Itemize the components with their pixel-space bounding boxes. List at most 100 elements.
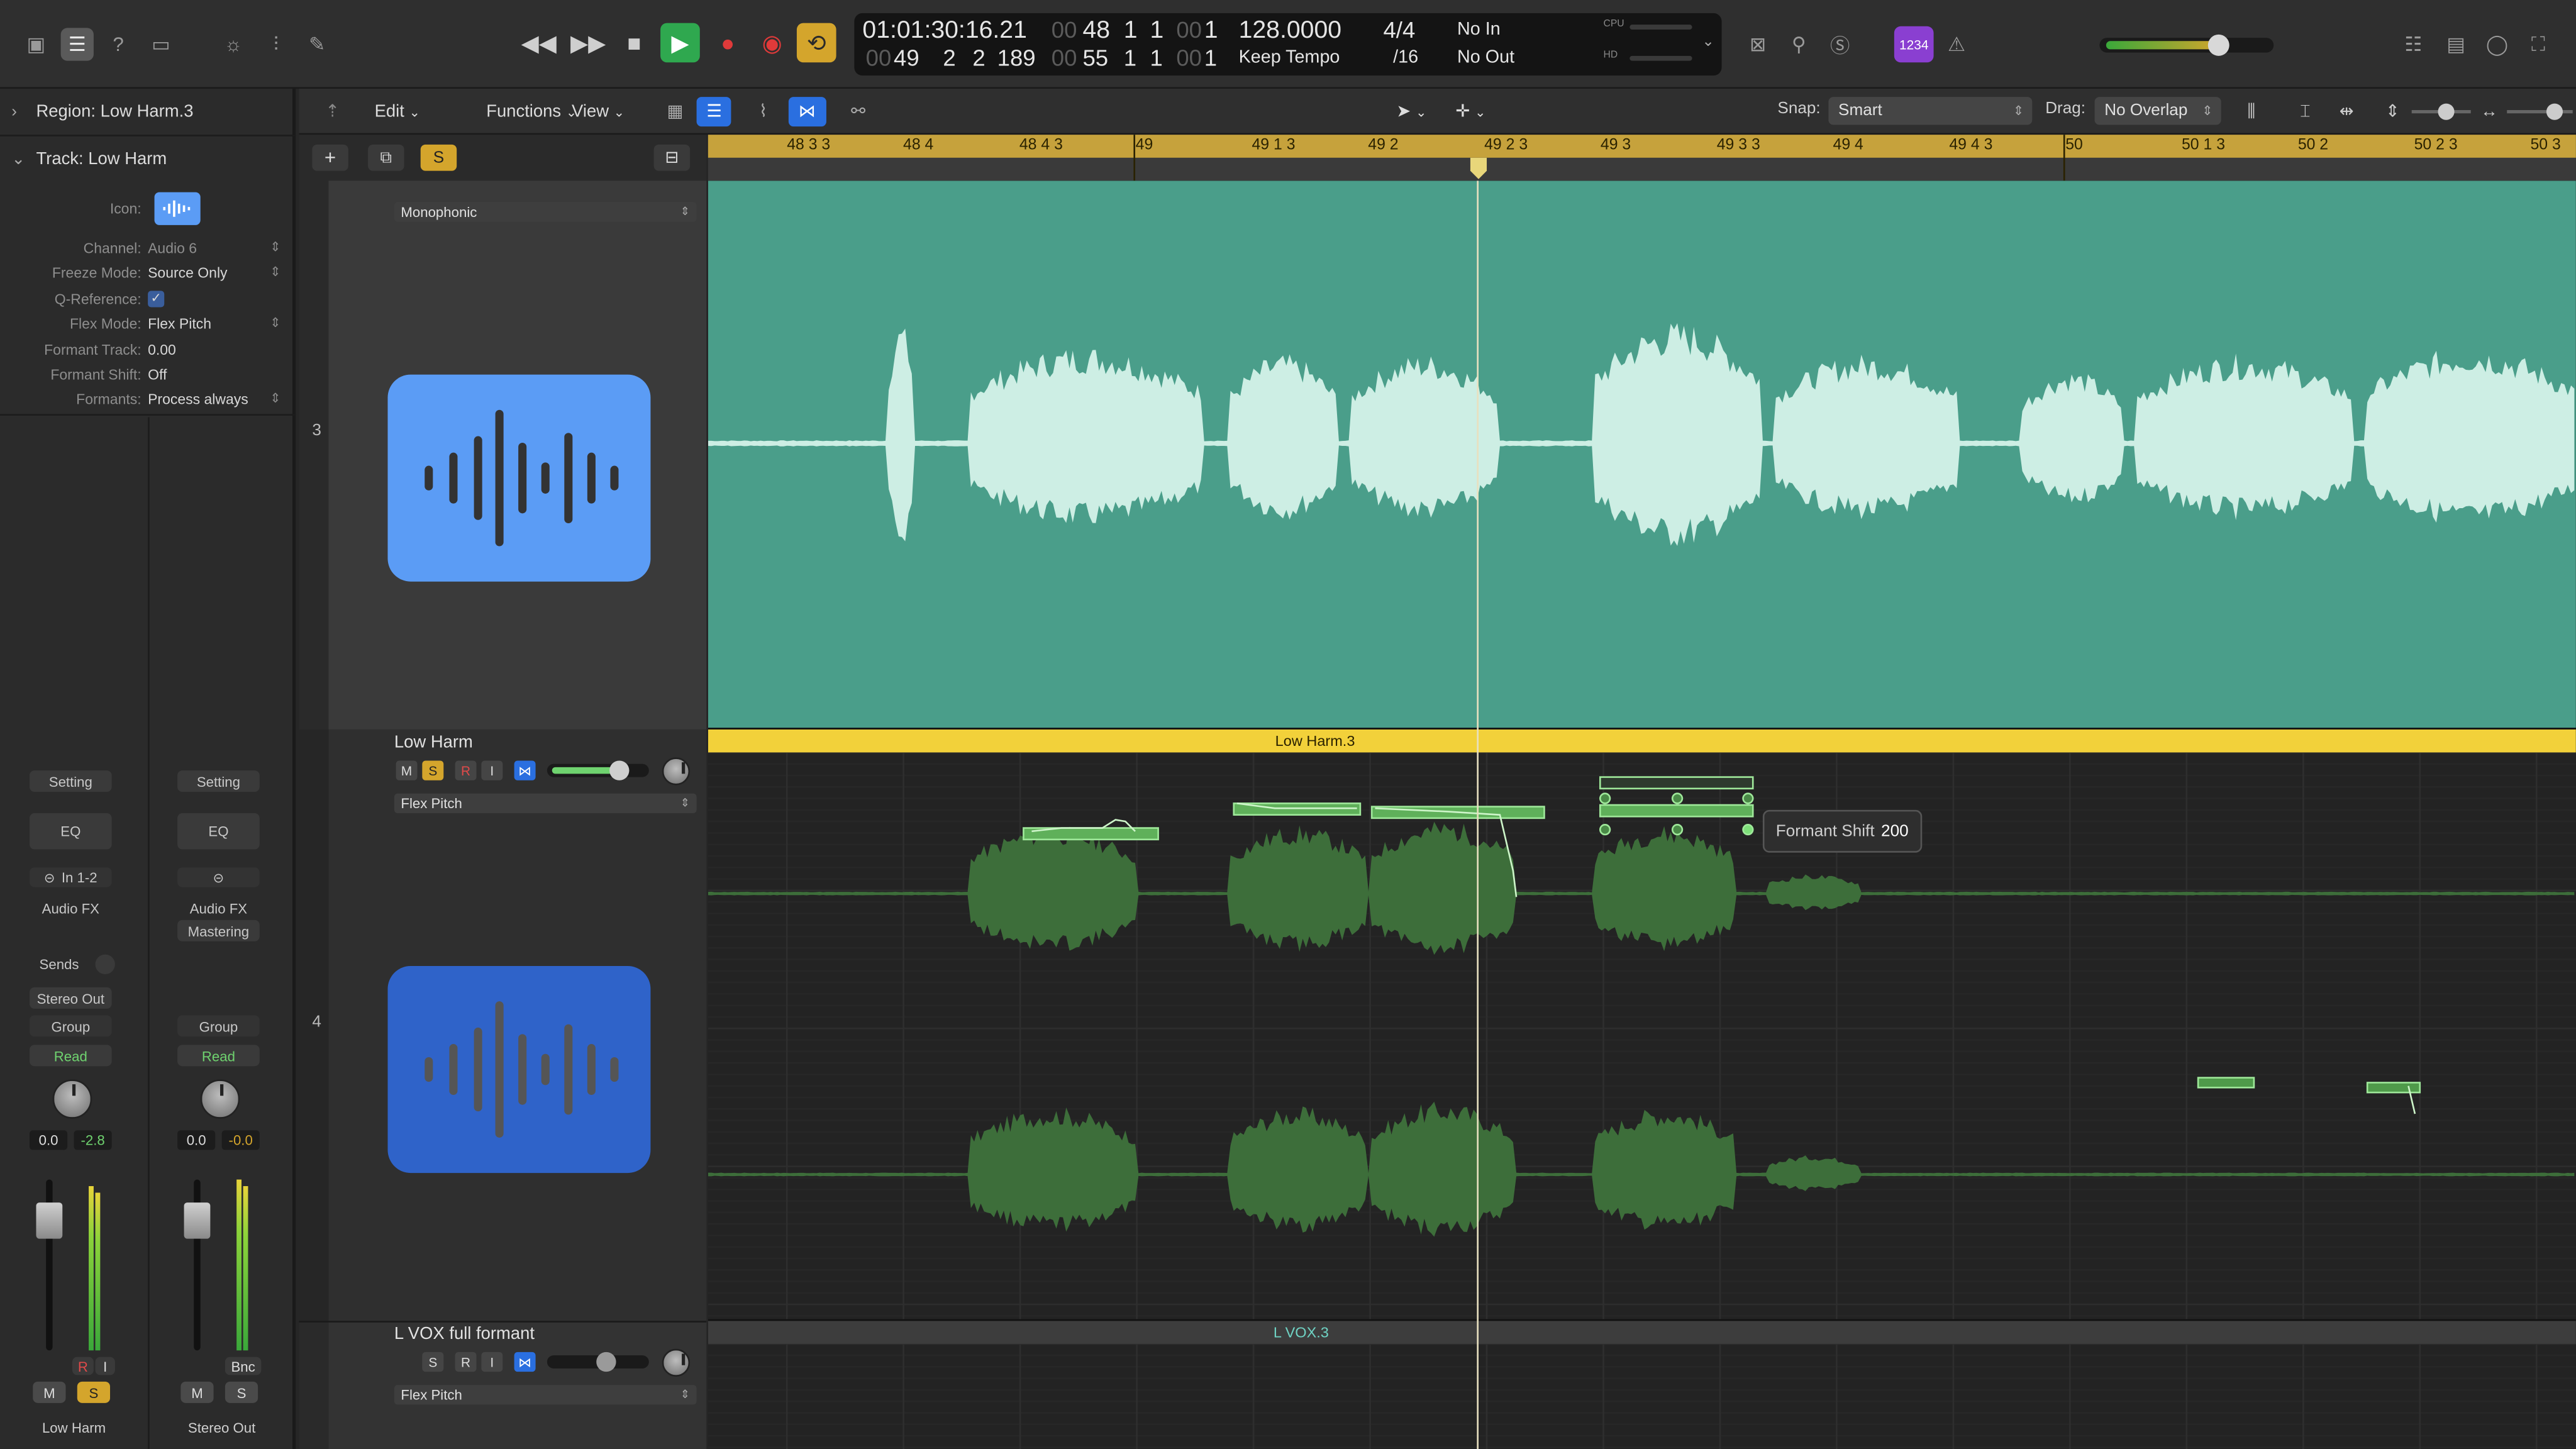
strip2-input-slot[interactable]: ⊝ <box>177 867 260 887</box>
vertical-zoom-slider[interactable] <box>2411 103 2471 120</box>
strip2-mute-button[interactable]: M <box>180 1381 214 1403</box>
browser-icon[interactable]: ⛶ <box>2522 28 2555 60</box>
secondary-tool-icon[interactable]: ✛ ⌄ <box>1446 97 1496 126</box>
strip2-audio-fx-slot[interactable]: Audio FX <box>177 897 260 920</box>
track-5-flex-mode-select[interactable]: Flex Pitch ⇕ <box>394 1385 697 1405</box>
cycle-button[interactable]: ⟲ <box>796 23 836 63</box>
snap-select[interactable]: Smart ⇕ <box>1828 97 2033 125</box>
strip1-output-slot[interactable]: Stereo Out <box>30 987 112 1009</box>
track-5-volume-handle[interactable] <box>596 1352 616 1372</box>
track-4-volume-slider[interactable] <box>547 760 649 780</box>
notepad-icon[interactable]: ▤ <box>2440 28 2472 60</box>
strip2-automation-mode[interactable]: Read <box>177 1045 260 1067</box>
playhead-handle[interactable] <box>1468 157 1488 181</box>
strip1-group-slot[interactable]: Group <box>30 1015 112 1037</box>
count-in-badge[interactable]: 1234 <box>1894 26 1934 63</box>
strip1-solo-button[interactable]: S <box>77 1381 111 1403</box>
pointer-tool-icon[interactable]: ➤ ⌄ <box>1387 97 1436 126</box>
loop-browser-icon[interactable]: ◯ <box>2480 28 2513 60</box>
waveform-zoom-icon[interactable]: ⫼ <box>2238 97 2265 126</box>
inspector-icon[interactable]: ☰ <box>60 28 94 61</box>
strip2-solo-button[interactable]: S <box>225 1381 258 1403</box>
record-button[interactable]: ● <box>708 23 748 63</box>
strip1-record-button[interactable]: R <box>72 1357 94 1375</box>
track-icon-picker[interactable] <box>154 192 201 225</box>
track-4-pan-knob[interactable] <box>662 757 691 786</box>
track-4-region-name[interactable]: Low Harm.3 <box>708 733 1922 749</box>
horizontal-zoom-slider[interactable] <box>2507 103 2573 120</box>
list-view-icon[interactable]: ☰ <box>696 97 732 127</box>
metronome-icon[interactable]: ⚠ <box>1940 28 1973 60</box>
track-4-name[interactable]: Low Harm <box>394 733 473 752</box>
duplicate-track-icon[interactable]: ⧉ <box>368 144 404 171</box>
freeze-mode-row[interactable]: Freeze Mode: Source Only ⇕ <box>0 260 296 284</box>
chevron-down-icon[interactable]: ⌄ <box>1702 33 1714 51</box>
strip2-setting-button[interactable]: Setting <box>177 770 260 792</box>
tuner-icon[interactable]: ⚲ <box>1782 28 1815 60</box>
play-button[interactable]: ▶ <box>660 23 700 63</box>
vertical-zoom-icon[interactable]: ⌶ <box>2290 97 2320 126</box>
list-editors-icon[interactable]: ☷ <box>2397 28 2429 60</box>
track-4-input-monitor-button[interactable]: I <box>481 760 503 780</box>
strip1-automation-mode[interactable]: Read <box>30 1045 112 1067</box>
formant-track-row[interactable]: Formant Track: 0.00 <box>0 337 296 362</box>
track-3-flex-mode-select[interactable]: Monophonic ⇕ <box>394 202 697 222</box>
lcd-tempo-mode[interactable]: Keep Tempo <box>1239 48 1340 67</box>
track-4-volume-handle[interactable] <box>609 760 630 780</box>
strip1-mute-button[interactable]: M <box>33 1381 66 1403</box>
fast-forward-icon[interactable]: ▶▶ <box>569 23 608 63</box>
q-reference-checkbox[interactable]: ✓ <box>148 290 165 307</box>
strip1-sends-slot[interactable]: Sends <box>30 955 89 974</box>
vertical-size-icon[interactable]: ⇕ <box>2375 97 2409 126</box>
replace-icon[interactable]: ⊠ <box>1741 28 1774 60</box>
cycle-region-bar[interactable] <box>708 135 2576 158</box>
horizontal-zoom-icon[interactable]: ⇹ <box>2329 97 2363 126</box>
formants-row[interactable]: Formants: Process always ⇕ <box>0 386 296 411</box>
add-track-button[interactable]: + <box>312 144 348 171</box>
region-inspector-header[interactable]: › Region: Low Harm.3 <box>0 89 296 135</box>
stop-icon[interactable]: ■ <box>614 23 654 63</box>
automation-icon[interactable]: ⌇ <box>749 97 777 126</box>
channel-row[interactable]: Channel: Audio 6 ⇕ <box>0 235 296 260</box>
flex-mode-row[interactable]: Flex Mode: Flex Pitch ⇕ <box>0 311 296 335</box>
track-inspector-header[interactable]: ⌄ Track: Low Harm <box>0 136 296 182</box>
editors-icon[interactable]: ✎ <box>301 28 333 60</box>
smart-controls-icon[interactable]: ☼ <box>217 28 250 60</box>
strip1-setting-button[interactable]: Setting <box>30 770 112 792</box>
strip1-input-monitor-button[interactable]: I <box>95 1357 115 1375</box>
track-4-mute-button[interactable]: M <box>396 760 418 780</box>
lcd-signature[interactable]: 4/4 <box>1383 16 1415 43</box>
strip2-group-slot[interactable]: Group <box>177 1015 260 1037</box>
track-5-name[interactable]: L VOX full formant <box>394 1324 535 1343</box>
library-icon[interactable]: ▣ <box>19 28 52 60</box>
edit-menu[interactable]: Edit ⌄ <box>365 97 430 126</box>
master-volume-handle[interactable] <box>2207 34 2229 56</box>
strip2-eq-display[interactable]: EQ <box>177 813 260 850</box>
track-4-flex-mode-select[interactable]: Flex Pitch ⇕ <box>394 793 697 814</box>
grid-view-icon[interactable]: ▦ <box>657 97 693 126</box>
track-5-input-monitor-button[interactable]: I <box>481 1352 503 1372</box>
help-icon[interactable]: ? <box>102 28 135 60</box>
playhead[interactable] <box>1477 180 1479 1449</box>
toolbar-icon[interactable]: ▭ <box>145 28 177 60</box>
strip1-volume-value[interactable]: 0.0 <box>30 1130 68 1150</box>
strip2-volume-value[interactable]: 0.0 <box>177 1130 216 1150</box>
strip1-input-slot[interactable]: ⊝ In 1-2 <box>30 867 112 887</box>
solo-icon[interactable]: Ⓢ <box>1824 28 1857 60</box>
strip1-eq-display[interactable]: EQ <box>30 813 112 850</box>
vertical-zoom-handle[interactable] <box>2438 103 2455 120</box>
arrange-area[interactable]: Low Harm.3 L VOX.3 <box>708 180 2576 1449</box>
track-5-flex-button[interactable]: ⋈ <box>514 1352 536 1372</box>
lcd-tempo[interactable]: 128.0000 <box>1239 16 1341 44</box>
strip1-pan-knob[interactable] <box>52 1079 92 1119</box>
strip2-bounce-button[interactable]: Bnc <box>225 1357 262 1375</box>
track-4-solo-button[interactable]: S <box>422 760 444 780</box>
track-5-pan-knob[interactable] <box>662 1348 691 1377</box>
strip1-volume-fader[interactable] <box>36 1202 63 1239</box>
mixer-icon[interactable]: ⫶ <box>260 28 292 60</box>
view-menu[interactable]: View ⌄ <box>562 97 634 126</box>
track-4-record-button[interactable]: R <box>455 760 477 780</box>
track-5-solo-button[interactable]: S <box>422 1352 444 1372</box>
strip2-pan-knob[interactable] <box>200 1079 240 1119</box>
track-5-volume-slider[interactable] <box>547 1352 649 1372</box>
